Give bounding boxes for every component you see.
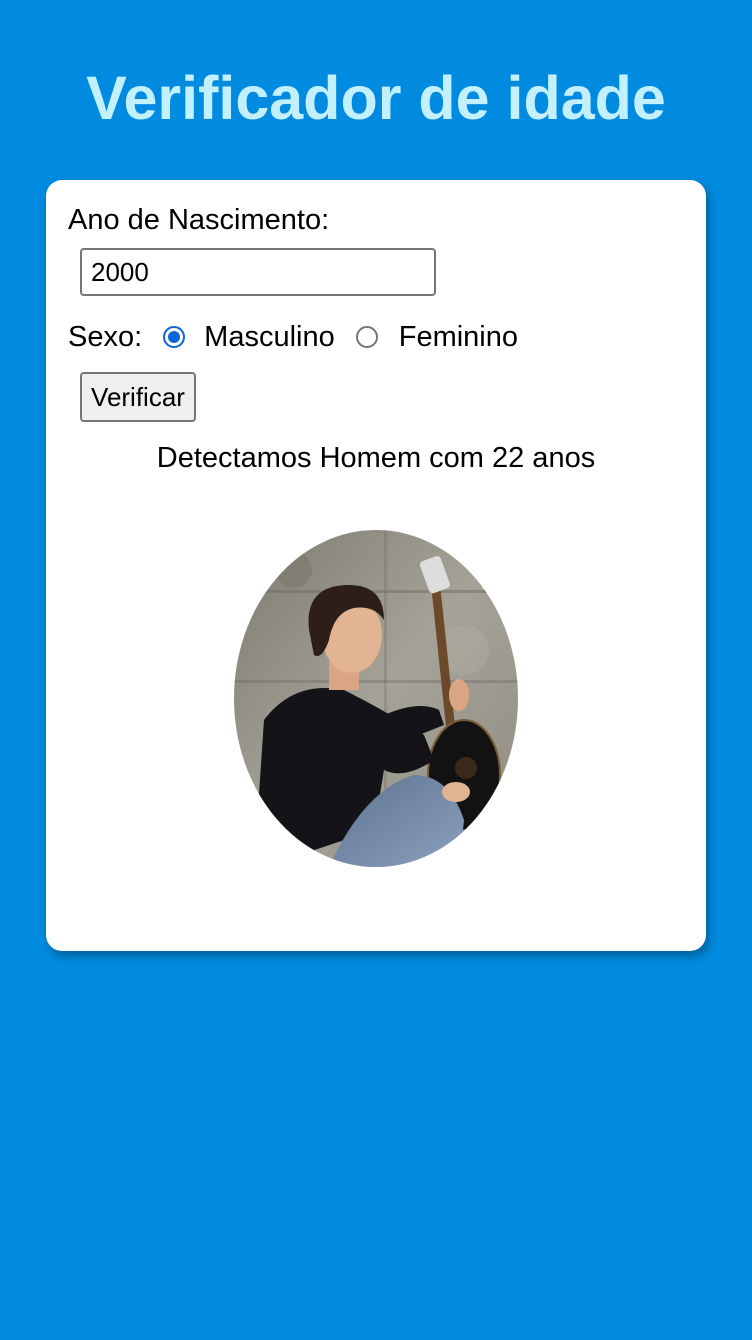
verification-card: Ano de Nascimento: Sexo: Masculino Femin… bbox=[46, 180, 706, 951]
radio-masculino-label[interactable]: Masculino bbox=[204, 321, 335, 354]
result-photo bbox=[234, 530, 518, 867]
sex-label: Sexo: bbox=[68, 320, 143, 353]
sex-row: Sexo: Masculino Feminino bbox=[68, 317, 518, 357]
result-text: Detectamos Homem com 22 anos bbox=[156, 442, 596, 474]
radio-feminino[interactable] bbox=[355, 326, 378, 348]
verify-button[interactable]: Verificar bbox=[80, 372, 196, 422]
birth-year-label: Ano de Nascimento: bbox=[68, 204, 330, 236]
radio-masculino[interactable] bbox=[163, 326, 186, 348]
birth-year-input[interactable] bbox=[80, 248, 436, 296]
radio-feminino-label[interactable]: Feminino bbox=[399, 321, 518, 354]
page-title: Verificador de idade bbox=[86, 64, 666, 132]
result-photo-illustration bbox=[234, 530, 518, 867]
